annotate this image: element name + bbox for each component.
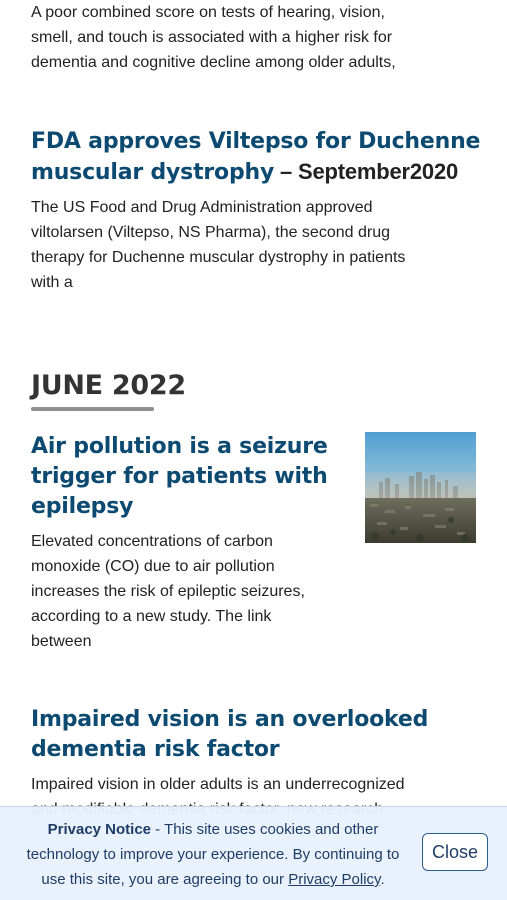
- excerpt-line: smell, and touch is associated with a hi…: [31, 29, 393, 46]
- headline-line[interactable]: Air pollution is a seizure: [31, 434, 328, 459]
- excerpt-line: according to a new study. The link: [31, 608, 272, 625]
- privacy-notice-title: Privacy Notice: [47, 821, 152, 838]
- month-heading: JUNE 2022: [31, 370, 186, 401]
- headline-line[interactable]: trigger for patients with: [31, 464, 328, 489]
- close-button[interactable]: Close: [422, 833, 488, 871]
- excerpt-line: between: [31, 633, 92, 650]
- article-impaired-vision: Impaired vision is an overlooked dementi…: [31, 705, 481, 822]
- privacy-policy-link[interactable]: Privacy Policy: [288, 871, 380, 888]
- article-viltepso: FDA approves Viltepso for Duchenne muscu…: [31, 127, 481, 295]
- month-underline: [31, 407, 154, 411]
- headline-line[interactable]: dementia risk factor: [31, 737, 280, 762]
- article-excerpt: Elevated concentrations of carbon monoxi…: [31, 529, 481, 654]
- article-excerpt: A poor combined score on tests of hearin…: [31, 0, 396, 75]
- excerpt-line: therapy for Duchenne muscular dystrophy …: [31, 249, 406, 266]
- privacy-notice-text: Privacy Notice - This site uses cookies …: [18, 817, 408, 892]
- headline-line[interactable]: FDA approves Viltepso for Duchenne: [31, 129, 480, 154]
- excerpt-line: The US Food and Drug Administration appr…: [31, 199, 373, 216]
- excerpt-line: monoxide (CO) due to air pollution: [31, 558, 275, 575]
- privacy-notice-end: .: [380, 871, 385, 888]
- article-headline[interactable]: FDA approves Viltepso for Duchenne muscu…: [31, 127, 481, 188]
- headline-line[interactable]: muscular dystrophy: [31, 160, 274, 185]
- article-senses: A poor combined score on tests of hearin…: [31, 0, 396, 75]
- excerpt-line: Impaired vision in older adults is an un…: [31, 776, 405, 793]
- excerpt-line: A poor combined score on tests of hearin…: [31, 4, 385, 21]
- headline-line[interactable]: Impaired vision is an overlooked: [31, 707, 428, 732]
- excerpt-line: viltolarsen (Viltepso, NS Pharma), the s…: [31, 224, 390, 241]
- headline-line[interactable]: epilepsy: [31, 494, 133, 519]
- excerpt-line: increases the risk of epileptic seizures…: [31, 583, 305, 600]
- smog-city-skyline-image[interactable]: [365, 432, 476, 543]
- page: A poor combined score on tests of hearin…: [0, 0, 507, 900]
- article-date: – September2020: [274, 159, 459, 184]
- excerpt-line: dementia and cognitive decline among old…: [31, 54, 396, 71]
- article-excerpt: The US Food and Drug Administration appr…: [31, 195, 481, 295]
- smog-city-skyline-icon: [365, 432, 476, 543]
- article-headline[interactable]: Impaired vision is an overlooked dementi…: [31, 705, 481, 765]
- month-section: JUNE 2022: [31, 370, 186, 411]
- article-headline[interactable]: Air pollution is a seizure trigger for p…: [31, 432, 341, 522]
- excerpt-line: with a: [31, 274, 73, 291]
- excerpt-line: Elevated concentrations of carbon: [31, 533, 273, 550]
